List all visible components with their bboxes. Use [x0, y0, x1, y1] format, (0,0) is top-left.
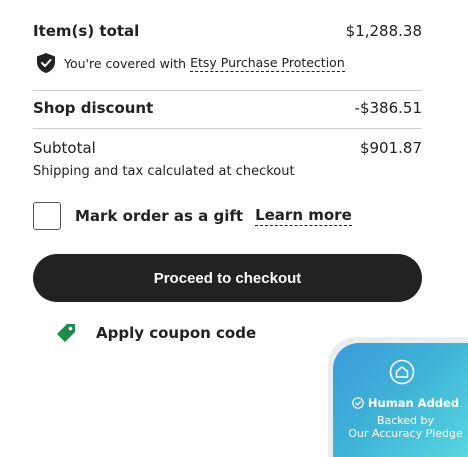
apply-coupon-label: Apply coupon code: [96, 324, 257, 342]
backed-by-text: Backed by Our Accuracy Pledge: [333, 414, 468, 440]
subtotal-row: Subtotal $901.87: [33, 139, 422, 157]
house-icon: [389, 359, 415, 385]
divider: [33, 90, 422, 91]
purchase-protection-link[interactable]: Etsy Purchase Protection: [190, 55, 345, 72]
gift-checkbox[interactable]: [33, 202, 61, 230]
tag-icon: [55, 322, 77, 344]
apply-coupon-button[interactable]: Apply coupon code: [55, 322, 256, 344]
protection-prefix: You're covered with: [64, 55, 187, 71]
proceed-to-checkout-button[interactable]: Proceed to checkout: [33, 254, 422, 302]
purchase-protection: You're covered with Etsy Purchase Protec…: [37, 53, 345, 73]
accuracy-pledge-badge[interactable]: Human Added Backed by Our Accuracy Pledg…: [328, 337, 468, 457]
items-total-label: Item(s) total: [33, 22, 140, 40]
gift-option: Mark order as a gift Learn more: [33, 202, 352, 230]
items-total-row: Item(s) total $1,288.38: [33, 22, 422, 40]
items-total-value: $1,288.38: [345, 22, 422, 40]
check-circle-icon: [352, 397, 364, 409]
shop-discount-value: -$386.51: [354, 99, 422, 117]
subtotal-value: $901.87: [359, 139, 422, 157]
shipping-note: Shipping and tax calculated at checkout: [33, 164, 295, 179]
backed-by-line2: Our Accuracy Pledge: [348, 427, 463, 440]
human-added-label: Human Added: [333, 396, 468, 410]
shop-discount-row: Shop discount -$386.51: [33, 99, 422, 117]
backed-by-line1: Backed by: [376, 414, 435, 427]
subtotal-label: Subtotal: [33, 139, 96, 157]
human-added-text: Human Added: [367, 396, 460, 410]
divider: [33, 128, 422, 129]
learn-more-link[interactable]: Learn more: [255, 206, 352, 226]
shield-check-icon: [37, 53, 55, 73]
gift-label[interactable]: Mark order as a gift: [75, 207, 243, 225]
shop-discount-label: Shop discount: [33, 99, 154, 117]
